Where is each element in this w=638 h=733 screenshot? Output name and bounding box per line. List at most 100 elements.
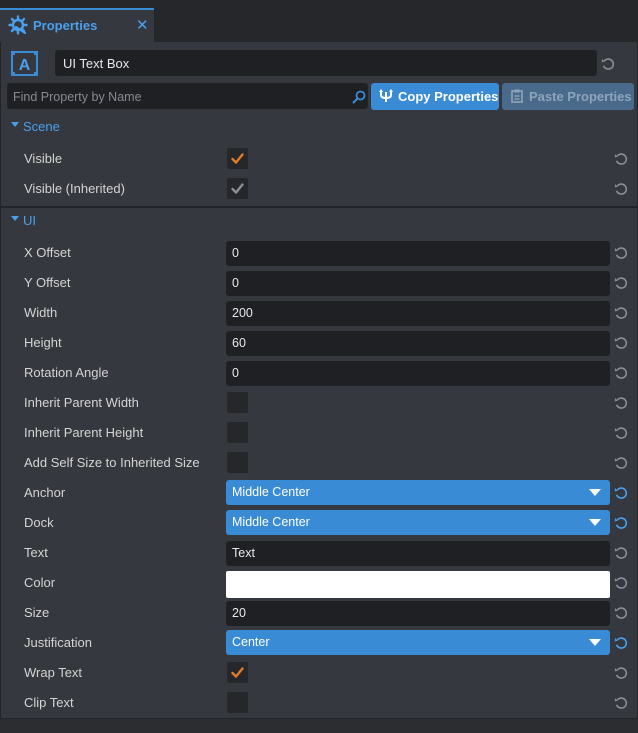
visible-checkbox[interactable] xyxy=(227,148,248,169)
property-row-wrap-text: Wrap Text xyxy=(0,658,638,688)
property-label: X Offset xyxy=(24,245,71,260)
property-label: Inherit Parent Width xyxy=(24,395,139,410)
reset-icon[interactable] xyxy=(614,666,628,680)
property-row-rotation-angle: Rotation Angle 0 xyxy=(0,358,638,388)
reset-icon[interactable] xyxy=(614,306,628,320)
copy-properties-button[interactable]: Copy Properties xyxy=(371,83,499,110)
property-label: Justification xyxy=(24,635,92,650)
y-offset-input[interactable]: 0 xyxy=(226,271,610,296)
reset-icon[interactable] xyxy=(614,152,628,166)
chevron-down-icon xyxy=(11,216,19,221)
property-row-x-offset: X Offset 0 xyxy=(0,238,638,268)
reset-icon[interactable] xyxy=(614,276,628,290)
reset-icon[interactable] xyxy=(614,576,628,590)
width-input[interactable]: 200 xyxy=(226,301,610,326)
visible-inherited-checkbox xyxy=(227,178,248,199)
reset-icon[interactable] xyxy=(614,366,628,380)
chevron-down-icon xyxy=(589,489,601,496)
rotation-angle-input[interactable]: 0 xyxy=(226,361,610,386)
property-label: Color xyxy=(24,575,56,590)
height-input[interactable]: 60 xyxy=(226,331,610,356)
tab-label: Properties xyxy=(33,18,98,33)
section-ui-label: UI xyxy=(23,213,36,228)
property-row-color: Color xyxy=(0,568,638,598)
chevron-down-icon xyxy=(589,519,601,526)
property-label: Anchor xyxy=(24,485,66,500)
property-label: Clip Text xyxy=(24,695,74,710)
property-row-height: Height 60 xyxy=(0,328,638,358)
property-row-width: Width 200 xyxy=(0,298,638,328)
search-input[interactable] xyxy=(13,88,343,106)
reset-icon[interactable] xyxy=(614,246,628,260)
copy-properties-label: Copy Properties xyxy=(398,89,499,104)
clip-text-checkbox[interactable] xyxy=(227,692,248,713)
property-row-inherit-parent-height: Inherit Parent Height xyxy=(0,418,638,448)
text-input[interactable]: Text xyxy=(226,541,610,566)
property-label: Visible xyxy=(24,151,63,166)
property-row-visible: Visible xyxy=(0,144,638,174)
dropdown-value: Middle Center xyxy=(232,485,310,499)
x-offset-input[interactable]: 0 xyxy=(226,241,610,266)
property-label: Height xyxy=(24,335,62,350)
paste-properties-button[interactable]: Paste Properties xyxy=(502,83,634,110)
gear-cog-icon xyxy=(8,15,28,35)
size-input[interactable]: 20 xyxy=(226,601,610,626)
property-row-inherit-parent-width: Inherit Parent Width xyxy=(0,388,638,418)
reset-icon[interactable] xyxy=(614,426,628,440)
reset-icon[interactable] xyxy=(614,336,628,350)
reset-icon[interactable] xyxy=(614,486,628,500)
reset-icon[interactable] xyxy=(601,57,615,71)
property-label: Size xyxy=(24,605,50,620)
section-ui[interactable]: UI xyxy=(0,208,638,234)
search-icon[interactable] xyxy=(352,90,366,104)
property-row-size: Size 20 xyxy=(0,598,638,628)
tab-properties[interactable]: Properties ✕ xyxy=(0,8,154,42)
reset-icon[interactable] xyxy=(614,636,628,650)
reset-icon[interactable] xyxy=(614,182,628,196)
close-icon[interactable]: ✕ xyxy=(136,16,149,34)
reset-icon[interactable] xyxy=(614,546,628,560)
paste-properties-label: Paste Properties xyxy=(529,89,632,104)
property-label: Text xyxy=(24,545,48,560)
reset-icon[interactable] xyxy=(614,516,628,530)
dropdown-value: Middle Center xyxy=(232,515,310,529)
dock-dropdown[interactable]: Middle Center xyxy=(226,510,610,535)
property-label: Wrap Text xyxy=(24,665,83,680)
property-row-y-offset: Y Offset 0 xyxy=(0,268,638,298)
chevron-down-icon xyxy=(11,122,19,127)
copy-properties-icon xyxy=(379,89,393,102)
property-row-text: Text Text xyxy=(0,538,638,568)
property-row-add-self-size-to-inherited-size: Add Self Size to Inherited Size xyxy=(0,448,638,478)
property-row-dock: Dock Middle Center xyxy=(0,508,638,538)
color-swatch[interactable] xyxy=(226,571,610,598)
object-name-field[interactable]: UI Text Box xyxy=(55,50,597,76)
reset-icon[interactable] xyxy=(614,696,628,710)
tab-bar: Properties ✕ xyxy=(0,0,638,42)
reset-icon[interactable] xyxy=(614,606,628,620)
checkmark-icon xyxy=(231,183,244,194)
property-label: Visible (Inherited) xyxy=(24,181,125,196)
justification-dropdown[interactable]: Center xyxy=(226,630,610,655)
checkmark-icon xyxy=(231,667,244,678)
section-scene-label: Scene xyxy=(23,119,60,134)
inherit-parent-width-checkbox[interactable] xyxy=(227,392,248,413)
dropdown-value: Center xyxy=(232,635,270,649)
property-label: Dock xyxy=(24,515,54,530)
property-row-visible-inherited: Visible (Inherited) xyxy=(0,174,638,204)
property-row-clip-text: Clip Text xyxy=(0,688,638,718)
reset-icon[interactable] xyxy=(614,456,628,470)
property-label: Add Self Size to Inherited Size xyxy=(24,455,200,470)
add-self-size-to-inherited-size-checkbox[interactable] xyxy=(227,452,248,473)
reset-icon[interactable] xyxy=(614,396,628,410)
property-row-anchor: Anchor Middle Center xyxy=(0,478,638,508)
section-scene[interactable]: Scene xyxy=(0,114,638,140)
anchor-dropdown[interactable]: Middle Center xyxy=(226,480,610,505)
property-row-justification: Justification Center xyxy=(0,628,638,658)
property-label: Width xyxy=(24,305,58,320)
ui-text-icon-letter: A xyxy=(19,57,31,74)
chevron-down-icon xyxy=(589,639,601,646)
property-label: Inherit Parent Height xyxy=(24,425,144,440)
wrap-text-checkbox[interactable] xyxy=(227,662,248,683)
property-search[interactable] xyxy=(7,83,368,109)
inherit-parent-height-checkbox[interactable] xyxy=(227,422,248,443)
